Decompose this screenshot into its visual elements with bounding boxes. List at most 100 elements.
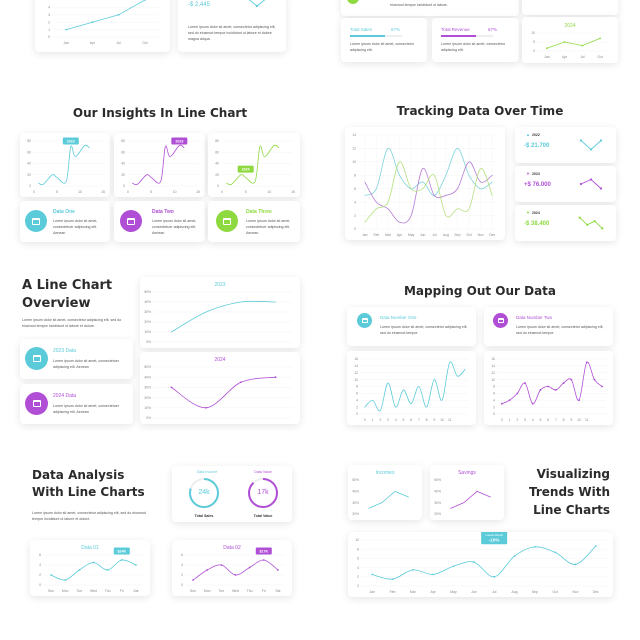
analysis-chart-card-2: Data 02 0 2 4 6 Sun Mon Tue Wed Thu Fri Sat $17K — [172, 540, 292, 596]
y-tick-label: 6 — [356, 392, 358, 396]
y-tick-label: 10 — [352, 160, 356, 164]
data-point — [579, 139, 583, 142]
data-point — [472, 561, 475, 563]
x-tick-label: Sep — [532, 590, 538, 594]
insight-info-card-2: Data Two Lorem ipsum dolor sit amet, con… — [114, 201, 205, 242]
calendar-icon — [216, 210, 238, 232]
data-point — [508, 399, 511, 402]
data-point — [547, 385, 550, 388]
x-tick-label: 5 — [539, 418, 541, 422]
y-tick-label: 8 — [493, 385, 495, 389]
overview-label-2023: 2023 Data — [53, 348, 77, 354]
insight-info-card-3: Data Three Lorem ipsum dolor sit amet, c… — [208, 201, 300, 242]
y-tick-label: 60 — [121, 150, 125, 154]
x-tick-label: 10 — [440, 418, 444, 422]
y-tick-label: 80 — [215, 139, 219, 143]
partial-text: eiusmod tempor incididunt ut labore. — [390, 3, 448, 7]
insight-label-1: Data One — [53, 209, 75, 215]
x-tick-label: 11 — [585, 418, 589, 422]
y-tick-label: 40 — [215, 162, 219, 166]
chart-title: Savings — [458, 470, 476, 476]
x-tick-label: Tue — [218, 589, 224, 593]
x-tick-label: Wed — [90, 589, 97, 593]
y-tick-label: 8 — [356, 385, 358, 389]
gauge-caption-value: Total Value — [253, 514, 273, 518]
total-sales-label: Total Sales — [350, 27, 373, 32]
y-tick-label: 80 — [121, 139, 125, 143]
y-tick-label: 8 — [354, 173, 356, 177]
y-tick-label: 14 — [491, 364, 495, 368]
tracking-year-2022: 2022 — [532, 133, 540, 137]
y-tick-label: 20% — [352, 512, 359, 516]
y-tick-label: 2 — [39, 573, 41, 577]
series-line-0 — [501, 361, 603, 405]
y-tick-label: 8 — [357, 547, 359, 551]
mapping-label-two: Data Number Two — [516, 315, 553, 320]
series-line-0 — [371, 545, 597, 580]
x-tick-label: Mon — [204, 589, 211, 593]
x-tick-label: Sun — [190, 589, 196, 593]
data-point — [562, 382, 565, 384]
data-point — [91, 21, 94, 24]
x-tick-label: Apr — [431, 590, 437, 594]
y-tick-label: 0 — [39, 583, 41, 587]
x-tick-label: 5 — [245, 190, 247, 194]
data-point — [524, 382, 526, 384]
overview-chart-2024: 2024 0% 10% 20% 30% 40% 50% — [140, 352, 300, 424]
top-line-chart: 0 1 2 3 4 Jan Apr Jul Oct — [39, 0, 165, 48]
x-tick-label: Sat — [275, 589, 280, 593]
analysis-chart-1: Data 01 0 2 4 6 Sun Mon Tue Wed Thu Fri Sat $24K — [30, 540, 150, 596]
x-tick-label: Oct — [597, 55, 602, 59]
x-tick-label: 5 — [56, 190, 58, 194]
top-right-chart-card: 2024 0 5 10 Jan Apr Jul Oct — [522, 17, 618, 63]
insight-chart-1: 0 20 40 60 80 0 5 10 15 2023 — [20, 133, 110, 197]
mapping-chart-card-two: 0 2 4 6 8 10 12 14 16 0 1 2 3 4 5 6 7 8 9 10 11 — [484, 351, 613, 425]
y-tick-label: 20% — [144, 396, 151, 400]
data-point — [248, 566, 251, 569]
chart-svg: 0 2 4 6 8 10 Jan Feb Mar Apr May Jun Jul Aug Sep Oct Nov… — [355, 532, 606, 594]
tooltip-label: 2023 — [67, 139, 75, 143]
data-point — [106, 569, 109, 571]
tracking-value-2023: +$ 76.000 — [524, 182, 551, 188]
data-point — [589, 178, 593, 181]
y-tick-label: 0 — [123, 184, 125, 188]
x-tick-label: 1 — [372, 418, 374, 422]
total-revenue-text: Lorem ipsum dolor sit amet, consectetur … — [441, 42, 505, 52]
data-point — [500, 402, 503, 405]
trends-title-line-2: Trends With — [528, 485, 610, 499]
x-tick-label: 0 — [221, 190, 223, 194]
series-line-0 — [170, 300, 277, 333]
top-value-text: Lorem ipsum dolor sit amet, consectetur … — [188, 25, 276, 41]
y-tick-label: 50% — [434, 478, 441, 482]
y-tick-label: 40 — [27, 162, 31, 166]
x-tick-label: 0 — [501, 418, 503, 422]
savings-card: Savings 20% 30% 40% 50% — [430, 465, 504, 520]
y-tick-label: 40% — [144, 375, 151, 379]
y-tick-label: 4 — [181, 563, 183, 567]
data-point — [585, 361, 588, 364]
series-line-0 — [580, 140, 602, 151]
data-point — [274, 376, 277, 379]
chart-svg: Incomes 20% 30% 40% 50% — [352, 470, 409, 516]
y-tick-label: 4 — [354, 200, 356, 204]
analysis-chart-2: Data 02 0 2 4 6 Sun Mon Tue Wed Thu Fri Sat $17K — [172, 540, 292, 596]
data-point — [432, 573, 435, 576]
data-point — [578, 399, 580, 402]
x-tick-label: 0 — [33, 190, 35, 194]
y-tick-label: 3 — [48, 13, 50, 17]
series-line-0 — [546, 38, 601, 49]
data-point — [601, 385, 604, 388]
chart-svg: 2024 0 5 10 Jan Apr Jul Oct — [531, 23, 609, 59]
total-sales-card: Total Sales 67% Lorem ipsum dolor sit am… — [341, 18, 427, 62]
y-tick-label: 16 — [491, 357, 495, 361]
insight-label-2: Data Two — [152, 209, 174, 215]
x-tick-label: 6 — [547, 418, 549, 422]
y-tick-label: 4 — [48, 6, 50, 10]
y-tick-label: 6 — [357, 557, 359, 561]
y-tick-label: 0 — [29, 184, 31, 188]
x-tick-label: Wed — [232, 589, 239, 593]
calendar-icon — [25, 210, 47, 232]
chart-svg: 0 20 40 60 80 0 5 10 15 2023 — [121, 137, 200, 194]
top-sparkline — [240, 0, 274, 12]
chart-title: Data 02 — [223, 545, 241, 551]
